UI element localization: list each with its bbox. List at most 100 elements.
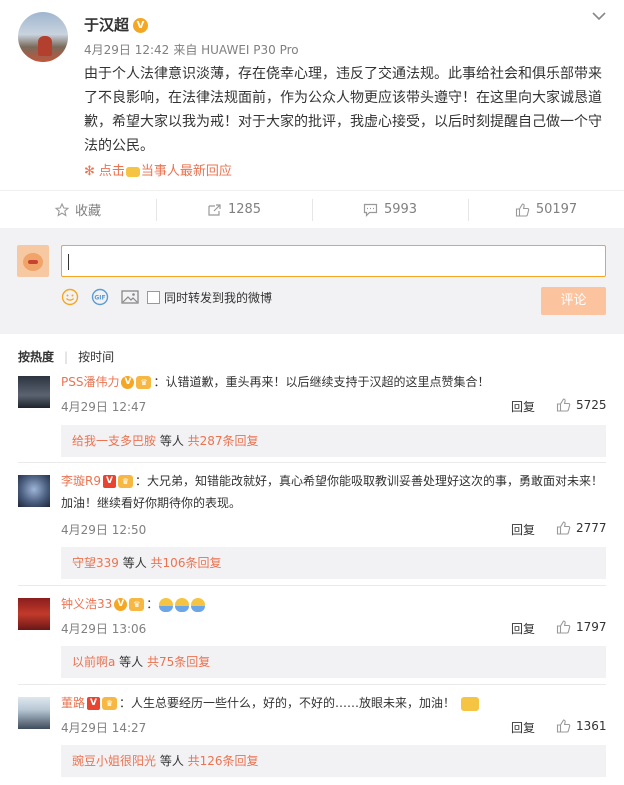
favorite-button[interactable]: 收藏 — [0, 191, 156, 228]
emoji-icon[interactable] — [61, 288, 79, 306]
star-icon — [54, 202, 69, 217]
repost-icon — [208, 203, 221, 216]
follow-prefix[interactable]: 点击 — [99, 164, 125, 179]
commenter-avatar[interactable] — [18, 475, 50, 507]
comment-compose-panel — [0, 228, 624, 334]
reply-user[interactable]: 以前啊a — [72, 655, 115, 669]
reply-count-link[interactable]: 共287条回复 — [188, 434, 259, 448]
sort-separator: | — [64, 349, 69, 364]
chevron-down-icon[interactable] — [590, 9, 608, 23]
repost-count: 1285 — [227, 202, 262, 217]
reply-user[interactable]: 给我一支多巴胺 — [72, 434, 156, 448]
comment-body: ： — [146, 597, 159, 611]
thumbs-up-icon — [556, 398, 571, 412]
reply-button[interactable]: 回复 — [511, 719, 535, 736]
weibo-post-page: 于汉超 V 4月29日 12:42 来自 HUAWEI P30 Pro 由于个人法律… — [0, 0, 624, 785]
sort-by-time-tab[interactable]: 按时间 — [78, 348, 114, 365]
favorite-label: 收藏 — [74, 204, 101, 219]
reply-summary[interactable]: 给我一支多巴胺 等人 共287条回复 — [61, 425, 606, 457]
reply-button[interactable]: 回复 — [511, 521, 535, 538]
level-badge-icon: ♛ — [129, 598, 145, 611]
comment-icon — [363, 203, 378, 217]
reply-user[interactable]: 守望339 — [72, 556, 119, 570]
like-button[interactable]: 50197 — [468, 191, 624, 228]
comment-divider — [18, 684, 606, 685]
thumbs-up-icon — [556, 521, 571, 535]
comment-text: 李璇R9 V ♛ ：大兄弟，知错能改就好，真心希望你能吸取教训妥善处理好这次的事，勇敢… — [61, 470, 609, 514]
repost-checkbox[interactable]: 同时转发到我的微博 — [147, 289, 272, 306]
reply-mid: 等人 — [115, 655, 147, 669]
verified-badge-icon: V — [102, 475, 116, 488]
level-badge-icon: ♛ — [102, 697, 118, 710]
comment-like-button[interactable]: 1797 — [556, 620, 607, 634]
level-badge-icon: ♛ — [117, 475, 133, 488]
reply-summary[interactable]: 守望339 等人 共106条回复 — [61, 547, 606, 579]
sort-by-hot-tab[interactable]: 按热度 — [18, 348, 54, 365]
reply-button[interactable]: 回复 — [511, 398, 535, 415]
comment-like-count: 1797 — [576, 620, 607, 634]
follow-up-link-row[interactable]: ✻ 点击 当事人最新回应 — [84, 160, 232, 179]
comment-like-button[interactable]: 1361 — [556, 719, 607, 733]
commenter-avatar[interactable] — [18, 598, 50, 630]
post-date[interactable]: 4月29日 12:42 — [84, 43, 169, 57]
post-source: 来自 HUAWEI P30 Pro — [173, 43, 299, 57]
comment-like-button[interactable]: 2777 — [556, 521, 607, 535]
reply-count-link[interactable]: 共75条回复 — [147, 655, 210, 669]
commenter-name[interactable]: 钟义浩33 — [61, 597, 112, 611]
reply-user[interactable]: 豌豆小姐很阳光 — [72, 754, 156, 768]
hug-emoji-icon — [159, 597, 174, 612]
compose-toolbar: GIF 同时转发到我的微博 — [61, 288, 284, 306]
comment-body: ：人生总要经历一些什么，好的，不好的……放眼未来，加油！ — [119, 696, 456, 710]
commenter-avatar[interactable] — [18, 376, 50, 408]
comment-input[interactable] — [61, 245, 606, 277]
handshake-emoji-icon — [461, 696, 480, 711]
thumbs-up-icon — [515, 202, 530, 217]
author-name[interactable]: 于汉超 — [84, 16, 129, 34]
comment-button[interactable]: 5993 — [312, 191, 468, 228]
comment-body: ：认错道歉，重头再来！以后继续支持于汉超的这里点赞集合！ — [153, 375, 490, 389]
comment-divider — [18, 585, 606, 586]
verified-badge-icon: V — [87, 697, 101, 710]
comment-time: 4月29日 14:27 — [61, 721, 147, 735]
reply-mid: 等人 — [156, 754, 188, 768]
comment-text: 董路 V ♛ ：人生总要经历一些什么，好的，不好的……放眼未来，加油！ — [61, 692, 609, 714]
post-action-bar: 收藏 1285 5993 50197 — [0, 190, 624, 228]
repost-button[interactable]: 1285 — [156, 191, 312, 228]
user-avatar[interactable] — [17, 245, 49, 277]
reply-summary[interactable]: 豌豆小姐很阳光 等人 共126条回复 — [61, 745, 606, 777]
commenter-name[interactable]: 李璇R9 — [61, 474, 101, 488]
gif-icon[interactable]: GIF — [91, 288, 109, 306]
checkbox-box[interactable] — [147, 290, 160, 304]
flower-icon: ✻ — [84, 164, 95, 179]
comment-like-button[interactable]: 5725 — [556, 398, 607, 412]
commenter-name[interactable]: PSS潘伟力 — [61, 375, 119, 389]
author-avatar[interactable] — [18, 12, 68, 62]
verified-badge-icon: V — [133, 18, 149, 33]
verified-badge-icon: V — [121, 376, 135, 389]
comment-like-count: 5725 — [576, 398, 607, 412]
like-count: 50197 — [535, 202, 578, 217]
comment-time: 4月29日 13:06 — [61, 622, 147, 636]
reply-button[interactable]: 回复 — [511, 620, 535, 637]
reply-summary[interactable]: 以前啊a 等人 共75条回复 — [61, 646, 606, 678]
follow-link[interactable]: 当事人最新回应 — [141, 164, 232, 179]
reply-count-link[interactable]: 共106条回复 — [151, 556, 222, 570]
svg-text:GIF: GIF — [94, 295, 105, 302]
pointing-hand-icon — [125, 166, 140, 177]
reply-mid: 等人 — [156, 434, 188, 448]
comment-time: 4月29日 12:50 — [61, 523, 147, 537]
reply-mid: 等人 — [118, 556, 151, 570]
comment-text: PSS潘伟力 V ♛ ：认错道歉，重头再来！以后继续支持于汉超的这里点赞集合！ — [61, 371, 609, 393]
commenter-name[interactable]: 董路 — [61, 696, 85, 710]
hug-emoji-icon — [191, 597, 206, 612]
comment-body: ：大兄弟，知错能改就好，真心希望你能吸取教训妥善处理好这次的事，勇敢面对未来！加… — [61, 474, 603, 510]
commenter-avatar[interactable] — [18, 697, 50, 729]
comment-count: 5993 — [383, 202, 418, 217]
image-icon[interactable] — [121, 289, 139, 305]
comment-divider — [18, 462, 606, 463]
comment-text: 钟义浩33 V ♛： — [61, 593, 609, 615]
text-caret — [68, 254, 69, 270]
comment-like-count: 1361 — [576, 719, 607, 733]
submit-comment-button[interactable]: 评论 — [541, 287, 606, 315]
reply-count-link[interactable]: 共126条回复 — [188, 754, 259, 768]
